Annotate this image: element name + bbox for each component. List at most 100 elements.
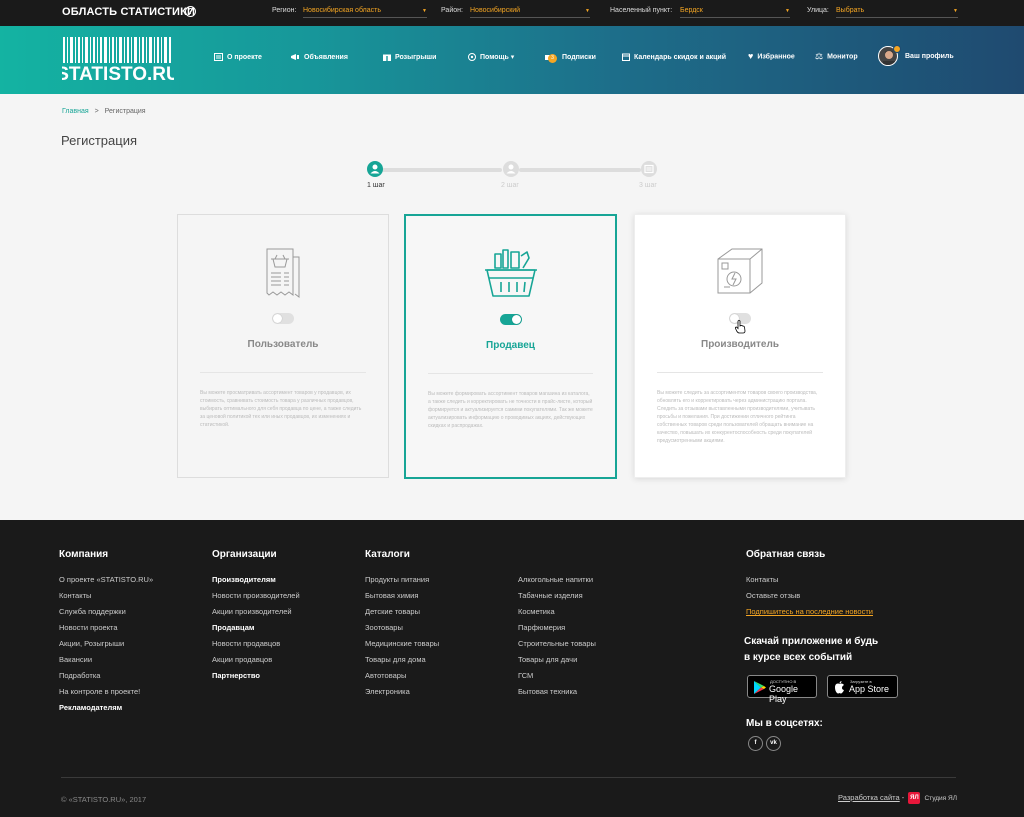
footer-link[interactable]: Партнерство [212,671,260,680]
about-icon [214,53,223,61]
hand-pointer-icon [735,320,746,334]
card-divider [428,373,593,374]
footer-link[interactable]: Подработка [59,671,100,680]
footer-link[interactable]: Медицинские товары [365,639,439,648]
role-card-seller[interactable]: Продавец Вы можете формировать ассортиме… [404,214,617,479]
region-underline [303,17,427,18]
footer-link[interactable]: Товары для дома [365,655,426,664]
footer-link[interactable]: О проекте «STATISTO.RU» [59,575,153,584]
logo-text: STATISTO.RU [62,64,174,83]
card-divider [657,372,823,373]
breadcrumb-separator: > [94,108,99,115]
nav-favorites[interactable]: ♥ Избранное [748,52,795,61]
footer-link[interactable]: Вакансии [59,655,92,664]
district-filter[interactable]: Район: Новосибирский ▼ [441,7,590,18]
footer-link[interactable]: Новости производителей [212,591,300,600]
nav-label: Розыгрыши [395,53,437,61]
footer-link[interactable]: Акции производителей [212,607,292,616]
footer-link[interactable]: Парфюмерия [518,623,565,632]
footer-link[interactable]: Детские товары [365,607,420,616]
footer-link[interactable]: Бытовая химия [365,591,418,600]
footer-link[interactable]: Алкогольные напитки [518,575,593,584]
receipt-basket-icon [266,248,300,298]
role-title: Пользователь [247,339,319,350]
nav-ads[interactable]: Объявления [291,53,348,61]
footer-link[interactable]: Акции продавцов [212,655,272,664]
studio-logo-icon: ЯЛ [908,792,921,804]
main-header: STATISTO.RU О проекте Объявления Розыгры… [0,26,1024,94]
app-store-label: App Store [849,684,890,694]
studio-name: Студия ЯЛ [924,794,957,802]
footer-link[interactable]: Новости проекта [59,623,118,632]
apple-icon [835,681,844,694]
footer-link[interactable]: Производителям [212,575,276,584]
vk-icon[interactable]: vk [766,736,781,751]
app-store-button[interactable]: Загрузите в App Store [827,675,898,698]
nav-label: Календарь скидок и акций [634,53,727,61]
step-1-user-icon [367,161,383,177]
footer-link[interactable]: Электроника [365,687,410,696]
footer-link[interactable]: Акции, Розыгрыши [59,639,124,648]
step-3-form-icon [641,161,657,177]
footer-link[interactable]: Контакты [59,591,91,600]
locality-filter[interactable]: Населенный пункт: Бердск ▼ [610,7,790,18]
nav-label: О проекте [227,53,262,61]
region-filter[interactable]: Регион: Новосибирская область ▼ [272,7,427,18]
street-underline [836,17,958,18]
breadcrumb: Главная > Регистрация [62,108,146,115]
nav-calendar[interactable]: Календарь скидок и акций [622,53,726,61]
footer-link[interactable]: На контроле в проекте! [59,687,140,696]
nav-profile[interactable]: Ваш профиль [905,53,954,60]
statisto-logo[interactable]: STATISTO.RU [62,37,174,83]
footer-link[interactable]: Автотовары [365,671,406,680]
role-card-manufacturer[interactable]: Производитель Вы можете следить за ассор… [634,214,846,478]
role-toggle-seller[interactable] [499,314,522,325]
nav-giveaways[interactable]: Розыгрыши [383,53,436,61]
footer: Компания О проекте «STATISTO.RU» Контакт… [0,520,1024,817]
region-label: Регион: [272,7,297,14]
footer-link[interactable]: Контакты [746,575,778,584]
nav-about[interactable]: О проекте [214,53,262,61]
breadcrumb-home[interactable]: Главная [62,108,89,115]
facebook-icon[interactable]: f [748,736,763,751]
role-toggle-user[interactable] [272,313,294,324]
footer-link[interactable]: Товары для дачи [518,655,577,664]
footer-catalogs-title: Каталоги [365,549,410,560]
google-play-button[interactable]: ДОСТУПНО В Google Play [747,675,817,704]
role-title: Продавец [486,340,535,351]
google-play-icon [754,681,766,694]
chevron-down-icon: ▾ [510,54,515,61]
breadcrumb-current: Регистрация [104,108,146,115]
developer-link[interactable]: Разработка сайта [838,793,900,802]
nav-monitor[interactable]: ⚖ Монитор [815,52,858,61]
google-play-label: Google Play [769,684,799,704]
footer-link[interactable]: Бытовая техника [518,687,577,696]
app-promo-line-2: в курсе всех событий [744,652,853,663]
footer-link[interactable]: Оставьте отзыв [746,591,800,600]
subscribe-link[interactable]: Подпишитесь на последние новости [746,607,873,616]
help-icon[interactable]: ? [185,6,196,17]
footer-link[interactable]: Служба поддержки [59,607,126,616]
step-connector [382,168,502,172]
footer-link[interactable]: Строительные товары [518,639,596,648]
nav-label: Помощь [480,54,509,61]
footer-feedback-title: Обратная связь [746,549,826,560]
footer-link[interactable]: Рекламодателям [59,703,122,712]
footer-link[interactable]: Продавцам [212,623,254,632]
district-underline [470,17,590,18]
locality-underline [680,17,790,18]
footer-link[interactable]: Зоотовары [365,623,403,632]
footer-link[interactable]: Косметика [518,607,555,616]
shopping-basket-icon [484,249,537,297]
role-card-user[interactable]: Пользователь Вы можете просматривать асс… [177,214,389,478]
footer-link[interactable]: ГСМ [518,671,533,680]
footer-link[interactable]: Табачные изделия [518,591,583,600]
role-title: Производитель [701,339,779,350]
box-icon [717,248,763,294]
nav-help[interactable]: Помощь ▾ [468,53,515,62]
street-filter[interactable]: Улица: Выбрать ▼ [807,7,958,18]
footer-organizations-title: Организации [212,549,277,560]
street-value: Выбрать [836,7,865,14]
footer-link[interactable]: Продукты питания [365,575,429,584]
footer-link[interactable]: Новости продавцов [212,639,280,648]
